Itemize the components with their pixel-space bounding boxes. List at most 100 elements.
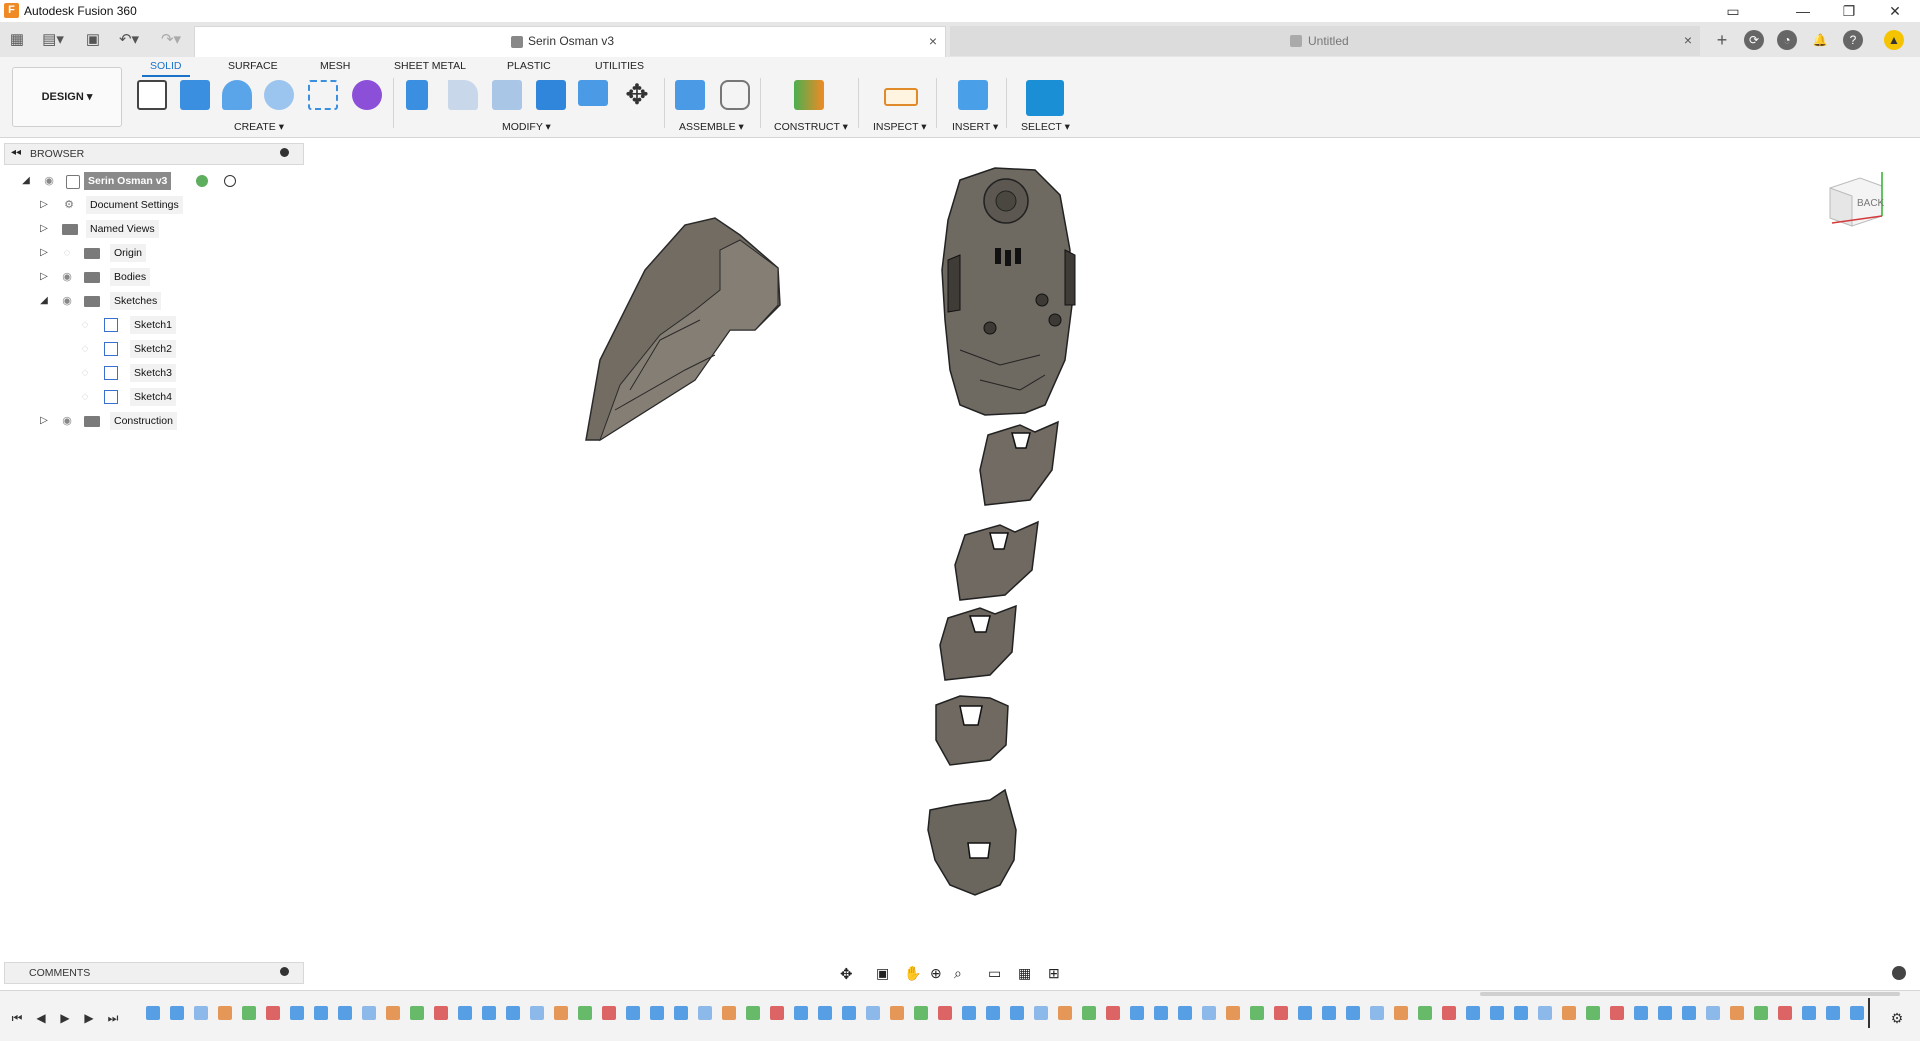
eye-hidden-icon[interactable]: ◌ xyxy=(78,366,92,380)
restore-button[interactable]: ❐ xyxy=(1826,0,1872,22)
timeline-feature-icon[interactable] xyxy=(1490,1006,1504,1020)
timeline-feature-icon[interactable] xyxy=(1682,1006,1696,1020)
timeline-feature-icon[interactable] xyxy=(962,1006,976,1020)
eye-icon[interactable]: ◉ xyxy=(60,270,74,284)
timeline-feature-icon[interactable] xyxy=(194,1006,208,1020)
timeline-feature-icon[interactable] xyxy=(578,1006,592,1020)
eye-hidden-icon[interactable]: ◌ xyxy=(60,246,74,260)
minimize-button[interactable]: — xyxy=(1780,0,1826,22)
offset-plane-icon[interactable] xyxy=(794,80,824,110)
timeline-feature-icon[interactable] xyxy=(1658,1006,1672,1020)
timeline-feature-icon[interactable] xyxy=(1394,1006,1408,1020)
activate-icon[interactable] xyxy=(224,175,236,187)
browser-item-sketches[interactable]: ◢ ◉ Sketches xyxy=(38,292,238,310)
timeline-scrollbar[interactable] xyxy=(1480,992,1900,996)
timeline-feature-icon[interactable] xyxy=(218,1006,232,1020)
collapse-arrow-icon[interactable]: ◢ xyxy=(38,294,50,308)
timeline-feature-icon[interactable] xyxy=(938,1006,952,1020)
timeline-feature-icon[interactable] xyxy=(1082,1006,1096,1020)
tab-serin-osman[interactable]: Serin Osman v3 × xyxy=(194,26,946,57)
model-segment-5[interactable] xyxy=(927,788,1017,896)
timeline-feature-icon[interactable] xyxy=(890,1006,904,1020)
timeline-feature-icon[interactable] xyxy=(650,1006,664,1020)
tab-sheet-metal[interactable]: SHEET METAL xyxy=(394,60,466,72)
eye-hidden-icon[interactable]: ◌ xyxy=(78,318,92,332)
step-forward-icon[interactable]: ▶ xyxy=(82,1011,96,1025)
modify-menu[interactable]: MODIFY ▾ xyxy=(502,121,551,133)
expand-arrow-icon[interactable]: ▷ xyxy=(38,414,50,428)
timeline-feature-icon[interactable] xyxy=(1778,1006,1792,1020)
timeline-feature-icon[interactable] xyxy=(1442,1006,1456,1020)
timeline-feature-icon[interactable] xyxy=(506,1006,520,1020)
timeline-feature-icon[interactable] xyxy=(314,1006,328,1020)
split-body-icon[interactable] xyxy=(578,80,608,106)
tab-surface[interactable]: SURFACE xyxy=(228,60,278,72)
tab-utilities[interactable]: UTILITIES xyxy=(595,60,644,72)
timeline-feature-icon[interactable] xyxy=(1706,1006,1720,1020)
collapse-arrow-icon[interactable]: ◢ xyxy=(20,174,32,188)
timeline-feature-icon[interactable] xyxy=(1850,1006,1864,1020)
close-window-button[interactable]: ✕ xyxy=(1872,0,1918,22)
timeline-feature-icon[interactable] xyxy=(1514,1006,1528,1020)
timeline-feature-icon[interactable] xyxy=(1466,1006,1480,1020)
tab-mesh[interactable]: MESH xyxy=(320,60,350,72)
timeline-feature-icon[interactable] xyxy=(1610,1006,1624,1020)
timeline-feature-icon[interactable] xyxy=(1034,1006,1048,1020)
new-tab-button[interactable]: + xyxy=(1712,30,1732,50)
fillet-icon[interactable] xyxy=(448,80,478,110)
workspace-switcher[interactable]: DESIGN ▾ xyxy=(12,67,122,127)
timeline-feature-icon[interactable] xyxy=(794,1006,808,1020)
model-segment-3[interactable] xyxy=(939,604,1017,681)
timeline-feature-icon[interactable] xyxy=(1826,1006,1840,1020)
timeline-feature-icon[interactable] xyxy=(1202,1006,1216,1020)
combine-icon[interactable] xyxy=(536,80,566,110)
expand-arrow-icon[interactable]: ▷ xyxy=(38,222,50,236)
timeline-feature-icon[interactable] xyxy=(554,1006,568,1020)
help-icon[interactable]: ? xyxy=(1843,30,1863,50)
browser-item-document-settings[interactable]: ▷ ⚙ Document Settings xyxy=(38,196,238,214)
timeline-feature-icon[interactable] xyxy=(1250,1006,1264,1020)
model-segment-2[interactable] xyxy=(954,520,1039,601)
timeline-feature-icon[interactable] xyxy=(1226,1006,1240,1020)
model-torso-piece[interactable] xyxy=(941,167,1076,416)
model-segment-4[interactable] xyxy=(935,695,1009,766)
move-copy-icon[interactable]: ✥ xyxy=(622,80,652,110)
timeline-feature-icon[interactable] xyxy=(1802,1006,1816,1020)
timeline-feature-icon[interactable] xyxy=(1298,1006,1312,1020)
timeline-feature-icon[interactable] xyxy=(1346,1006,1360,1020)
timeline-feature-icon[interactable] xyxy=(1274,1006,1288,1020)
form-icon[interactable] xyxy=(352,80,382,110)
tab-plastic[interactable]: PLASTIC xyxy=(507,60,551,72)
joint-icon[interactable] xyxy=(720,80,750,110)
eye-hidden-icon[interactable]: ◌ xyxy=(78,390,92,404)
collapse-panel-icon[interactable]: ◂◂ xyxy=(11,147,21,158)
play-icon[interactable]: ▶ xyxy=(58,1011,72,1025)
job-status-icon[interactable]: ◔ xyxy=(1777,30,1797,50)
insert-menu[interactable]: INSERT ▾ xyxy=(952,121,998,133)
notifications-icon[interactable]: 🔔 xyxy=(1810,30,1830,50)
orbit-icon[interactable]: ✥ xyxy=(840,965,853,983)
timeline-feature-icon[interactable] xyxy=(338,1006,352,1020)
look-at-icon[interactable]: ▣ xyxy=(876,965,889,982)
timeline-settings-icon[interactable]: ⚙ xyxy=(1890,1011,1904,1025)
timeline-feature-icon[interactable] xyxy=(482,1006,496,1020)
timeline-feature-icon[interactable] xyxy=(818,1006,832,1020)
go-to-start-icon[interactable]: ⏮ xyxy=(10,1011,24,1025)
select-icon[interactable] xyxy=(1026,80,1064,116)
select-menu[interactable]: SELECT ▾ xyxy=(1021,121,1070,133)
add-comment-icon[interactable] xyxy=(280,967,289,976)
timeline-feature-icon[interactable] xyxy=(530,1006,544,1020)
tab-solid[interactable]: SOLID xyxy=(142,60,190,77)
timeline-feature-icon[interactable] xyxy=(170,1006,184,1020)
timeline-feature-icon[interactable] xyxy=(602,1006,616,1020)
expand-arrow-icon[interactable]: ▷ xyxy=(38,246,50,260)
timeline-feature-icon[interactable] xyxy=(986,1006,1000,1020)
timeline-feature-icon[interactable] xyxy=(866,1006,880,1020)
timeline-feature-icon[interactable] xyxy=(698,1006,712,1020)
insert-image-icon[interactable] xyxy=(958,80,988,110)
timeline-feature-icon[interactable] xyxy=(1058,1006,1072,1020)
eye-icon[interactable]: ◉ xyxy=(60,414,74,428)
shell-icon[interactable] xyxy=(492,80,522,110)
redo-icon[interactable]: ↷▾ xyxy=(156,30,186,50)
app-grid-icon[interactable]: ▦ xyxy=(6,30,28,50)
